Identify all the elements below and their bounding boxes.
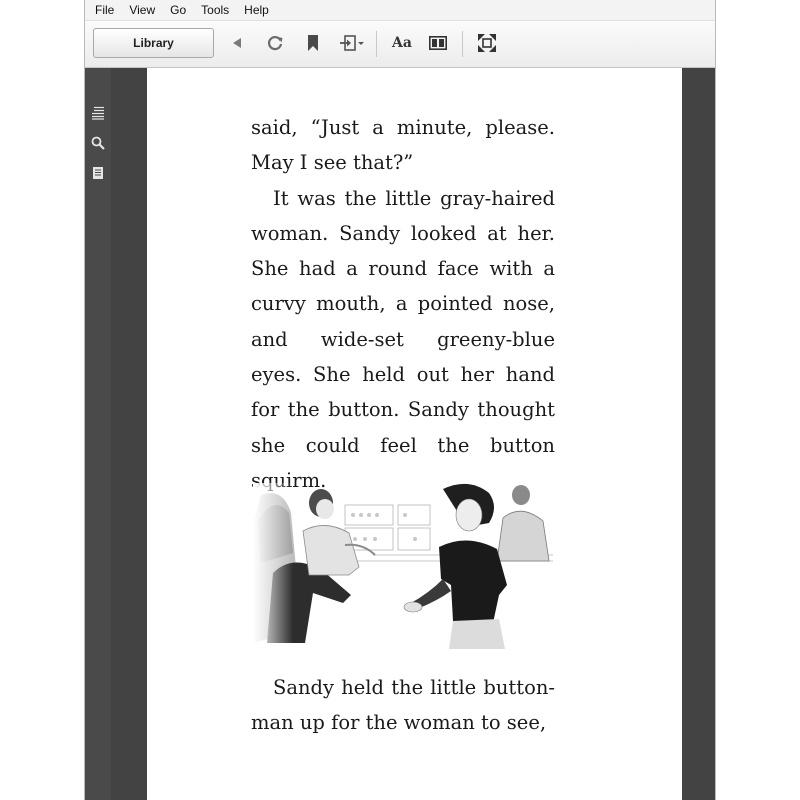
page-text: said, “Just a minute, please. May I see … bbox=[251, 110, 555, 498]
left-sidebar bbox=[85, 68, 111, 800]
menu-view[interactable]: View bbox=[129, 3, 155, 17]
pencil-sketch-illustration bbox=[253, 483, 553, 649]
fullscreen-icon[interactable] bbox=[475, 31, 499, 55]
ebook-reader-window: File View Go Tools Help Library Aa said,… bbox=[84, 0, 716, 800]
font-size-icon[interactable]: Aa bbox=[387, 31, 417, 55]
paragraph: said, “Just a minute, please. May I see … bbox=[251, 116, 555, 175]
notes-icon[interactable] bbox=[90, 165, 106, 181]
goto-icon[interactable] bbox=[337, 31, 367, 55]
library-button[interactable]: Library bbox=[93, 28, 214, 58]
bookmark-icon[interactable] bbox=[301, 31, 325, 55]
menu-file[interactable]: File bbox=[95, 3, 114, 17]
menu-go[interactable]: Go bbox=[170, 3, 186, 17]
back-icon[interactable] bbox=[225, 31, 249, 55]
left-page-gutter bbox=[111, 68, 147, 800]
menu-bar: File View Go Tools Help bbox=[85, 0, 715, 21]
search-icon[interactable] bbox=[90, 135, 106, 151]
toolbar-separator bbox=[462, 31, 463, 57]
menu-tools[interactable]: Tools bbox=[201, 3, 229, 17]
paragraph: It was the little gray-haired woman. San… bbox=[251, 186, 555, 492]
paragraph: Sandy held the little button-man up for … bbox=[251, 676, 555, 735]
menu-help[interactable]: Help bbox=[244, 3, 269, 17]
toolbar-separator bbox=[376, 31, 377, 57]
right-page-gutter bbox=[682, 68, 715, 800]
book-page[interactable]: said, “Just a minute, please. May I see … bbox=[147, 68, 682, 800]
toolbar: Library Aa bbox=[85, 21, 715, 68]
refresh-icon[interactable] bbox=[263, 31, 287, 55]
layout-icon[interactable] bbox=[426, 31, 450, 55]
page-text-continued: Sandy held the little button-man up for … bbox=[251, 670, 555, 741]
toc-icon[interactable] bbox=[90, 105, 106, 121]
